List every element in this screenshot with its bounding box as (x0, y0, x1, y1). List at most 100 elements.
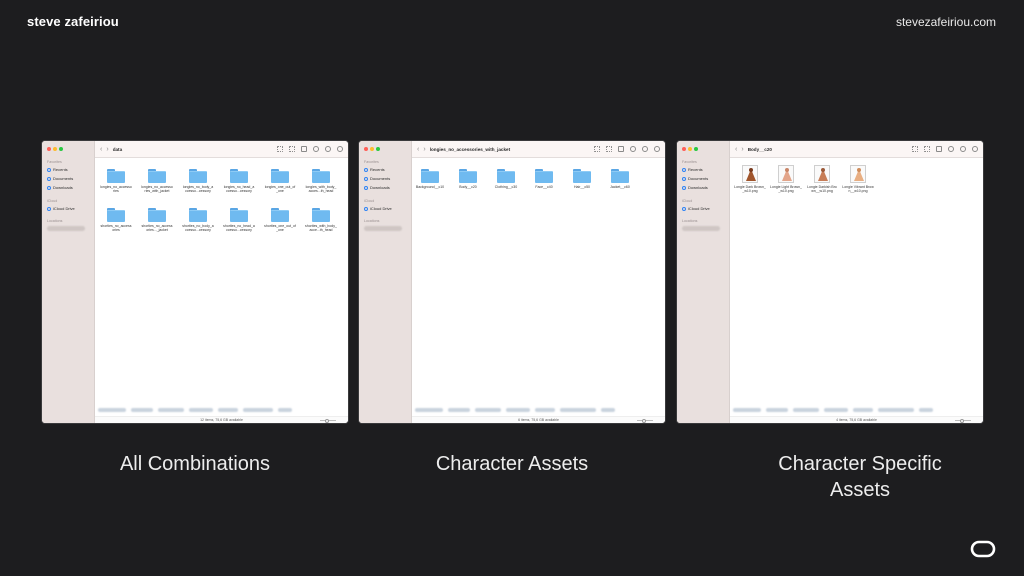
folder-item[interactable]: longies_one_out_of_one (264, 169, 296, 194)
folder-item[interactable]: shorties_no_accessories..._jacket (141, 208, 173, 233)
more-icon[interactable] (325, 146, 331, 152)
grid-view-icon[interactable] (594, 146, 600, 152)
minimize-button[interactable] (370, 147, 374, 151)
sidebar-item-icloud-drive[interactable]: iCloud Drive (682, 206, 710, 211)
sidebar-item-location[interactable] (682, 226, 720, 231)
document-icon (47, 176, 51, 181)
group-icon[interactable] (924, 146, 930, 152)
folder-label: Face__c40 (535, 185, 553, 189)
folder-icon (230, 208, 248, 222)
folder-item[interactable]: longies_with_body_acces...th_head (305, 169, 337, 194)
sidebar-item-icloud-drive[interactable]: iCloud Drive (364, 206, 392, 211)
sidebar-item-icloud-drive[interactable]: iCloud Drive (47, 206, 75, 211)
group-icon[interactable] (606, 146, 612, 152)
grid-view-icon[interactable] (912, 146, 918, 152)
image-file-item[interactable]: Longie Vibrant Brown__w10.png (842, 165, 874, 194)
share-icon[interactable] (618, 146, 624, 152)
window-title: data (112, 146, 123, 152)
search-icon[interactable] (654, 146, 660, 152)
folder-label: Hair__c50 (574, 185, 590, 189)
window-controls[interactable] (682, 147, 698, 151)
minimize-button[interactable] (688, 147, 692, 151)
window-controls[interactable] (364, 147, 380, 151)
folder-item[interactable]: Body__c20 (452, 169, 484, 189)
group-icon[interactable] (289, 146, 295, 152)
sidebar-item-recents[interactable]: Recents (682, 167, 703, 172)
sidebar-item-documents[interactable]: Documents (47, 176, 73, 181)
sidebar-item-recents[interactable]: Recents (364, 167, 385, 172)
folder-item[interactable]: Background__c10 (414, 169, 446, 189)
forward-chevron-icon[interactable]: › (741, 146, 743, 153)
folder-label: longies_no_head_accesso...cessory (223, 185, 255, 194)
sidebar-item-downloads[interactable]: Downloads (47, 185, 73, 190)
search-icon[interactable] (972, 146, 978, 152)
folder-label: shorties_no_accessories..._jacket (141, 224, 173, 233)
finder-window-body[interactable]: Favorites Recents Documents Downloads iC… (676, 140, 984, 424)
path-bar[interactable] (98, 408, 320, 413)
sidebar-section-icloud: iCloud (364, 199, 375, 203)
back-chevron-icon[interactable]: ‹ (417, 146, 419, 153)
back-chevron-icon[interactable]: ‹ (735, 146, 737, 153)
folder-item[interactable]: shorties_no_body_accesso...cessory (182, 208, 214, 233)
folder-item[interactable]: shorties_no_head_accesso...cessory (223, 208, 255, 233)
tag-icon[interactable] (313, 146, 319, 152)
sidebar-item-label: Downloads (688, 185, 708, 190)
window-title: longies_no_accessories_with_jacket (429, 146, 511, 152)
tag-icon[interactable] (948, 146, 954, 152)
sidebar-item-documents[interactable]: Documents (364, 176, 390, 181)
folder-label: longies_no_body_accesso...cessory (182, 185, 214, 194)
back-chevron-icon[interactable]: ‹ (100, 146, 102, 153)
sidebar-item-downloads[interactable]: Downloads (682, 185, 708, 190)
search-icon[interactable] (337, 146, 343, 152)
more-icon[interactable] (642, 146, 648, 152)
sidebar-item-documents[interactable]: Documents (682, 176, 708, 181)
folder-item[interactable]: Face__c40 (528, 169, 560, 189)
sidebar-item-recents[interactable]: Recents (47, 167, 68, 172)
forward-chevron-icon[interactable]: › (423, 146, 425, 153)
folder-item[interactable]: Hair__c50 (566, 169, 598, 189)
folder-item[interactable]: shorties_one_out_of_one (264, 208, 296, 233)
sidebar-item-location[interactable] (364, 226, 402, 231)
path-bar[interactable] (733, 408, 955, 413)
zoom-button[interactable] (59, 147, 63, 151)
zoom-button[interactable] (376, 147, 380, 151)
folder-item[interactable]: longies_no_accessories_with_jacket (141, 169, 173, 194)
finder-sidebar: Favorites Recents Documents Downloads iC… (677, 141, 730, 423)
grid-view-icon[interactable] (277, 146, 283, 152)
sidebar-item-downloads[interactable]: Downloads (364, 185, 390, 190)
icon-size-slider[interactable] (320, 418, 336, 423)
finder-window-data[interactable]: Favorites Recents Documents Downloads iC… (41, 140, 349, 424)
share-icon[interactable] (936, 146, 942, 152)
icon-size-slider[interactable] (955, 418, 971, 423)
download-icon (682, 185, 686, 190)
minimize-button[interactable] (53, 147, 57, 151)
window-title: Body__c20 (747, 146, 772, 152)
folder-item[interactable]: shorties_no_accessories (100, 208, 132, 233)
finder-window-assets[interactable]: Favorites Recents Documents Downloads iC… (358, 140, 666, 424)
close-button[interactable] (364, 147, 368, 151)
forward-chevron-icon[interactable]: › (106, 146, 108, 153)
folder-item[interactable]: shorties_with_body_acce...th_head (305, 208, 337, 233)
folder-item[interactable]: longies_no_head_accesso...cessory (223, 169, 255, 194)
status-bar: 12 items, 75,6 GB available (95, 416, 348, 423)
folder-item[interactable]: longies_no_accessories (100, 169, 132, 194)
more-icon[interactable] (960, 146, 966, 152)
window-controls[interactable] (47, 147, 63, 151)
tag-icon[interactable] (630, 146, 636, 152)
close-button[interactable] (682, 147, 686, 151)
image-file-item[interactable]: Longie Light Brown__w10.png (770, 165, 802, 194)
icon-size-slider[interactable] (637, 418, 653, 423)
folder-icon (230, 169, 248, 183)
image-file-item[interactable]: Longie Darkish Brown__w10.png (806, 165, 838, 194)
folder-item[interactable]: longies_no_body_accesso...cessory (182, 169, 214, 194)
zoom-button[interactable] (694, 147, 698, 151)
path-bar[interactable] (415, 408, 637, 413)
folder-item[interactable]: Clothing__c30 (490, 169, 522, 189)
sidebar-item-label: Recents (688, 167, 703, 172)
close-button[interactable] (47, 147, 51, 151)
share-icon[interactable] (301, 146, 307, 152)
folder-item[interactable]: Jacket__c60 (604, 169, 636, 189)
image-file-item[interactable]: Longie Dark Brown__w10.png (734, 165, 766, 194)
sidebar-item-location[interactable] (47, 226, 85, 231)
site-url[interactable]: stevezafeiriou.com (896, 15, 996, 29)
